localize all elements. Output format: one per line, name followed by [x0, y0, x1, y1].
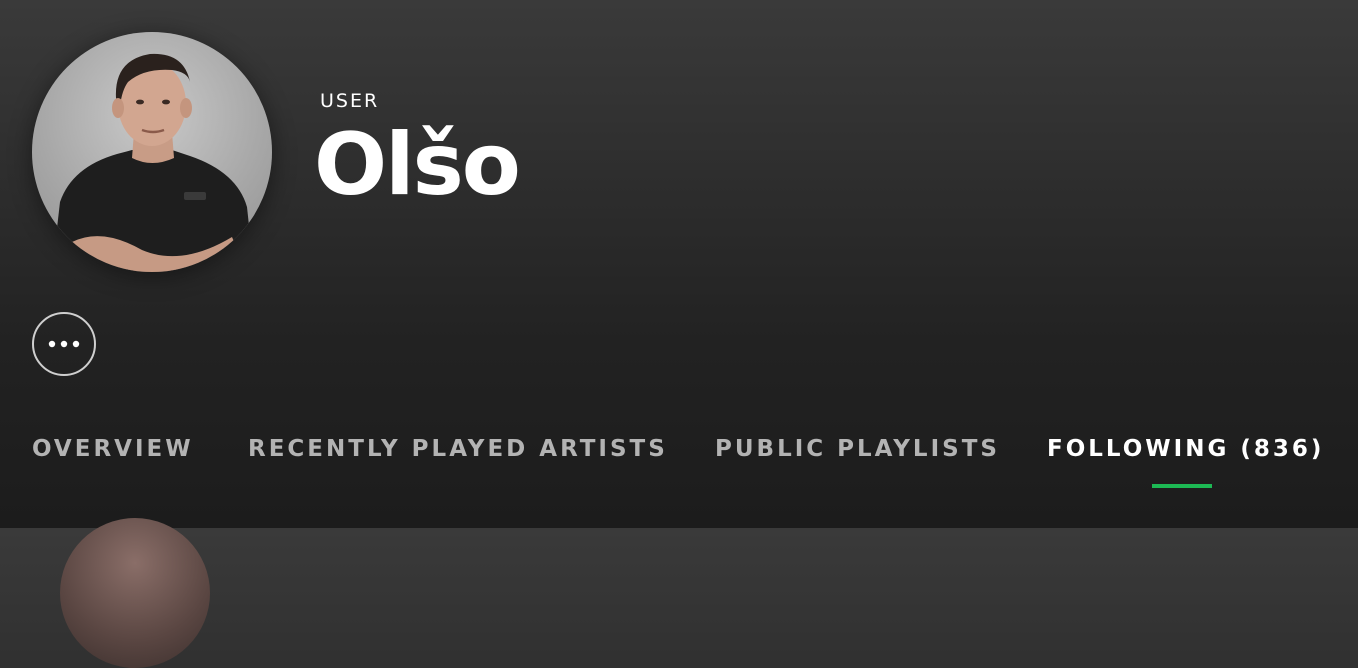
- profile-header: USER Olšo OVERVIEW RECENTLY PLAYED ARTIS…: [0, 0, 1358, 668]
- tab-recently-played-artists[interactable]: RECENTLY PLAYED ARTISTS: [248, 436, 668, 462]
- profile-type-label: USER: [320, 90, 380, 112]
- profile-display-name: Olšo: [314, 115, 521, 215]
- following-item-avatar[interactable]: [60, 518, 210, 668]
- tab-following[interactable]: FOLLOWING (836): [1047, 436, 1324, 462]
- ellipsis-icon: [48, 340, 80, 348]
- more-options-button[interactable]: [32, 312, 96, 376]
- tab-public-playlists[interactable]: PUBLIC PLAYLISTS: [715, 436, 1000, 462]
- active-tab-indicator: [1152, 484, 1212, 488]
- tab-overview[interactable]: OVERVIEW: [32, 436, 194, 462]
- profile-avatar: [32, 32, 272, 272]
